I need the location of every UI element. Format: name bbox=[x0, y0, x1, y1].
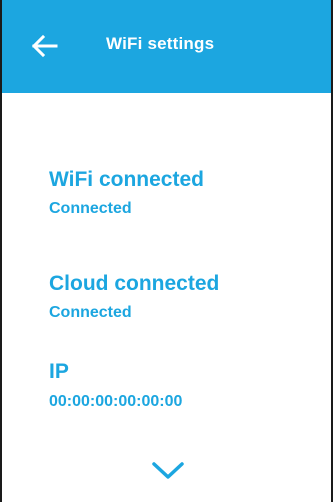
cloud-status-value: Connected bbox=[49, 304, 132, 321]
ip-label: IP bbox=[49, 360, 69, 383]
chevron-down-icon bbox=[152, 462, 184, 479]
back-button[interactable] bbox=[30, 34, 60, 58]
app-header: WiFi settings bbox=[2, 0, 331, 93]
scroll-down-button[interactable] bbox=[151, 460, 185, 482]
wifi-status-label: WiFi connected bbox=[49, 168, 204, 191]
ip-value: 00:00:00:00:00:00 bbox=[49, 393, 183, 410]
wifi-status-value: Connected bbox=[49, 200, 132, 217]
arrow-left-icon bbox=[31, 34, 58, 58]
cloud-status-label: Cloud connected bbox=[49, 272, 220, 295]
device-screen: WiFi settings WiFi connected Connected C… bbox=[0, 0, 333, 502]
page-title: WiFi settings bbox=[106, 34, 215, 53]
